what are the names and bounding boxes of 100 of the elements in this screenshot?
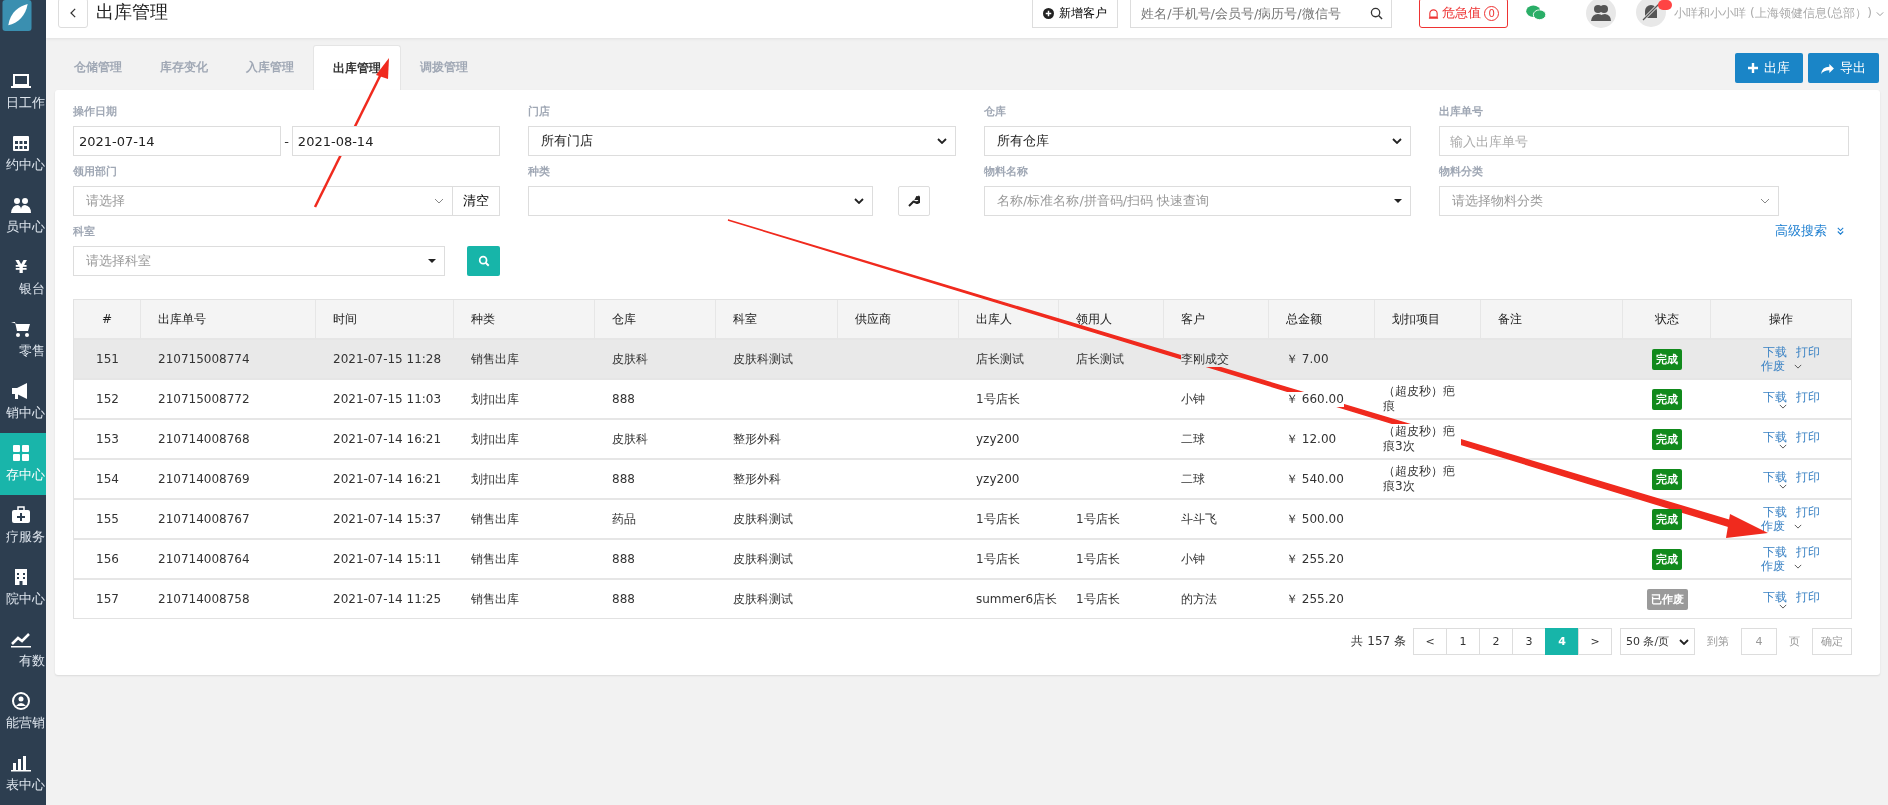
row-action-link[interactable]: 打印 [1795, 345, 1820, 359]
page-button[interactable]: 4 [1545, 628, 1579, 655]
start-date-field[interactable]: 2021-07-14 [73, 126, 282, 156]
row-action-link[interactable]: 打印 [1795, 545, 1820, 559]
confirm-button[interactable]: 确定 [1812, 628, 1852, 655]
table-cell: 二球 [1181, 471, 1205, 487]
void-link[interactable]: 作废 [1760, 559, 1785, 573]
bar-chart-icon [11, 754, 31, 772]
status-badge: 完成 [1652, 348, 1682, 370]
muted-bell-icon[interactable] [1636, 0, 1667, 27]
table-cell: 1号店长 [976, 511, 1020, 527]
row-action-link[interactable]: 下载 [1762, 345, 1787, 359]
sidebar-item[interactable]: 能营销 [0, 681, 46, 743]
page-button[interactable]: 1 [1446, 628, 1480, 655]
row-action-link[interactable]: 打印 [1795, 505, 1820, 519]
page-size-select[interactable]: 50 条/页 [1620, 628, 1695, 655]
status-badge: 已作废 [1646, 588, 1688, 610]
store-select[interactable]: 所有门店 [528, 126, 956, 156]
back-icon [69, 8, 77, 18]
field-label: 科室 [73, 224, 96, 239]
warehouse-select[interactable]: 所有仓库 [984, 126, 1411, 156]
alarm-icon [1428, 7, 1440, 19]
row-action-link[interactable]: 下载 [1762, 389, 1787, 404]
sidebar-item[interactable]: 表中心 [0, 743, 46, 805]
row-action-link[interactable]: 下载 [1762, 469, 1787, 484]
material-select[interactable]: 名称/标准名称/拼音码/扫码 快速查询 [984, 186, 1411, 216]
row-action-link[interactable]: 下载 [1762, 589, 1787, 604]
caret-icon[interactable] [1779, 483, 1787, 489]
page-button[interactable]: 3 [1512, 628, 1546, 655]
export-button[interactable]: 导出 [1808, 53, 1879, 83]
search-icon [477, 255, 490, 267]
row-action-link[interactable]: 打印 [1795, 389, 1820, 404]
table-row[interactable]: 151 210715008774 2021-07-15 11:28 销售出库 皮肤科 皮肤科测试 店长测试 店长测试 李刚成交 ￥ 7.00 完成 下载 打印 作废 [74, 338, 1851, 378]
order-number-field[interactable]: 输入出库单号 [1439, 126, 1849, 156]
grid-icon [11, 444, 31, 462]
void-link[interactable]: 作废 [1760, 519, 1785, 533]
field-label: 物料名称 [984, 164, 1029, 179]
caret-icon[interactable] [1793, 523, 1802, 529]
alert-button[interactable]: 危急值 0 [1419, 0, 1509, 28]
table-cell: 1号店长 [976, 551, 1020, 567]
page-unit-label: 页 [1789, 634, 1800, 649]
previous-page-button[interactable]: < [1413, 628, 1447, 655]
sidebar-item[interactable]: 约中心 [0, 123, 46, 185]
sidebar-item[interactable]: 存中心 [0, 433, 46, 495]
sidebar-item[interactable]: 员中心 [0, 185, 46, 247]
end-date-field[interactable]: 2021-08-14 [291, 126, 500, 156]
status-badge: 完成 [1652, 548, 1682, 570]
department-select[interactable]: 请选择 [73, 186, 452, 216]
field-label: 出库单号 [1439, 104, 1484, 119]
laptop-icon [11, 72, 31, 90]
caret-icon[interactable] [1793, 563, 1802, 569]
field-label: 操作日期 [73, 104, 118, 119]
void-link[interactable]: 作废 [1760, 359, 1785, 373]
sidebar-item[interactable]: 销中心 [0, 371, 46, 433]
caret-icon [1394, 199, 1402, 203]
page-button[interactable]: 2 [1479, 628, 1513, 655]
user-name[interactable]: 小咩和小小咩 (上海领健信息(总部）) [1674, 4, 1872, 22]
material-class-select[interactable]: 请选择物料分类 [1439, 186, 1779, 216]
table-cell: 划扣出库 [471, 471, 519, 487]
sidebar-item[interactable]: 零售 [0, 309, 46, 371]
row-action-link[interactable]: 下载 [1762, 545, 1787, 559]
advanced-search-link[interactable]: 高级搜索 [1771, 222, 1849, 240]
row-action-link[interactable]: 打印 [1795, 469, 1820, 484]
table-cell: 皮肤科 [612, 351, 648, 367]
row-action-link[interactable]: 打印 [1795, 429, 1820, 444]
sidebar-item[interactable]: 疗服务 [0, 495, 46, 557]
clear-button[interactable]: 清空 [452, 186, 500, 216]
sidebar-item[interactable]: 有数 [0, 619, 46, 681]
caret-icon[interactable] [1779, 603, 1787, 609]
medkit-icon [11, 506, 31, 524]
plus-circle-icon [1043, 7, 1055, 19]
status-badge: 完成 [1652, 428, 1682, 450]
search-icon [1370, 6, 1384, 20]
stock-out-button[interactable]: 出库 [1735, 53, 1803, 83]
chevron-down-icon [854, 198, 864, 204]
calendar-icon [11, 134, 31, 152]
table-cell: 整形外科 [733, 431, 781, 447]
caret-icon[interactable] [1779, 403, 1787, 409]
caret-icon[interactable] [1793, 363, 1802, 369]
person-circle-icon [11, 692, 31, 710]
sidebar-item[interactable]: 院中心 [0, 557, 46, 619]
new-customer-button[interactable]: 新增客户 [1032, 0, 1119, 28]
next-page-button[interactable]: > [1578, 628, 1612, 655]
page-number-field[interactable]: 4 [1741, 628, 1777, 655]
tab[interactable]: 出库管理 [313, 45, 401, 90]
row-action-link[interactable]: 下载 [1762, 505, 1787, 519]
table-cell: 销售出库 [471, 551, 519, 567]
caret-icon[interactable] [1779, 443, 1787, 449]
settings-button[interactable] [898, 186, 930, 216]
search-field[interactable]: 姓名/手机号/会员号/病历号/微信号 [1130, 0, 1393, 28]
goto-label: 到第 [1707, 634, 1729, 649]
plus-icon [1748, 63, 1758, 73]
room-select[interactable]: 请选择科室 [73, 246, 445, 276]
sidebar-item[interactable]: 日工作 [0, 61, 46, 123]
users-icon [11, 196, 31, 214]
sidebar-item[interactable]: ¥ 银台 [0, 247, 46, 309]
users-icon[interactable] [1586, 0, 1617, 28]
chat-icon[interactable] [1526, 5, 1547, 21]
row-action-link[interactable]: 下载 [1762, 429, 1787, 444]
row-action-link[interactable]: 打印 [1795, 589, 1820, 604]
